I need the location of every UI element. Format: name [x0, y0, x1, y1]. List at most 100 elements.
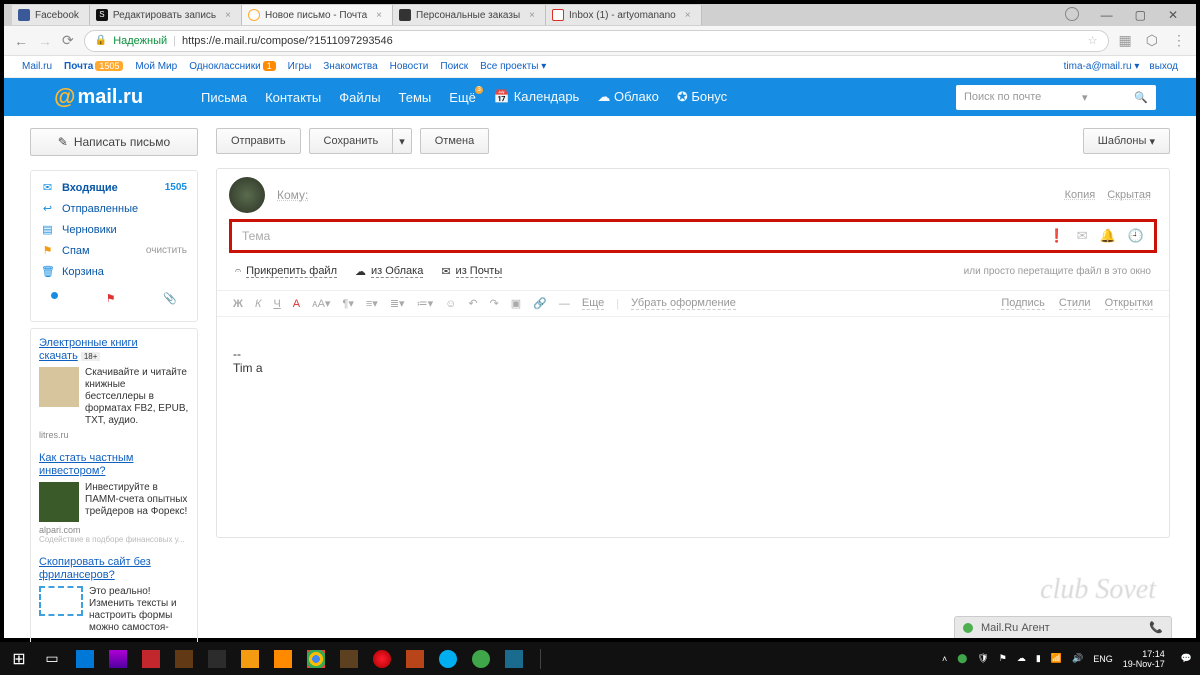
nav-bonus[interactable]: ✪ Бонус — [677, 89, 727, 105]
menu-icon[interactable]: ⋮ — [1172, 32, 1186, 49]
mailru-logo[interactable]: @mail.ru — [54, 84, 143, 110]
taskbar-app[interactable] — [338, 648, 360, 670]
user-email[interactable]: tima-a@mail.ru ▾ — [1064, 61, 1140, 72]
undo-icon[interactable]: ↶ — [468, 297, 477, 310]
browser-tab-active[interactable]: Новое письмо - Почта× — [242, 5, 393, 25]
color-icon[interactable]: A — [293, 298, 300, 310]
portal-link[interactable]: Мой Мир — [135, 61, 177, 72]
notifications-icon[interactable]: 💬 — [1181, 653, 1192, 664]
taskbar-app[interactable] — [107, 648, 129, 670]
ad-item[interactable]: Электронные книги скачать18+ Скачивайте … — [39, 337, 189, 440]
flag-filter-icon[interactable]: ⚑ — [106, 292, 116, 305]
utorrent-icon[interactable] — [470, 648, 492, 670]
attach-mail[interactable]: ✉из Почты — [441, 265, 502, 278]
volume-icon[interactable]: 🔊 — [1072, 653, 1083, 664]
portal-link-projects[interactable]: Все проекты ▾ — [480, 61, 546, 72]
hr-icon[interactable]: ― — [559, 298, 570, 310]
nav-more[interactable]: Ещё3 — [449, 90, 476, 105]
attach-filter-icon[interactable]: 📎 — [163, 292, 177, 305]
indent-icon[interactable]: ≣▾ — [390, 297, 405, 310]
toolbar-more[interactable]: Еще — [582, 297, 604, 310]
link-icon[interactable]: 🔗 — [533, 297, 547, 310]
nav-cloud[interactable]: ☁ Облако — [597, 89, 658, 105]
styles-link[interactable]: Стили — [1059, 297, 1091, 310]
portal-link[interactable]: Поиск — [440, 61, 468, 72]
italic-icon[interactable]: К — [255, 298, 261, 310]
star-icon[interactable]: ☆ — [1088, 34, 1098, 47]
search-icon[interactable]: 🔍 — [1134, 91, 1148, 104]
ad-item[interactable]: Как стать частным инвестором? Инвестируй… — [39, 452, 189, 544]
signature-link[interactable]: Подпись — [1001, 297, 1045, 310]
subject-row-highlighted[interactable]: Тема ❗ ✉ 🔔 🕘 — [229, 219, 1157, 253]
templates-button[interactable]: Шаблоны ▾ — [1083, 128, 1170, 154]
save-dropdown[interactable]: ▾ — [392, 128, 412, 154]
skype-icon[interactable] — [437, 648, 459, 670]
maximize-icon[interactable]: ▢ — [1135, 8, 1146, 22]
portal-link[interactable]: Одноклассники1 — [189, 61, 275, 72]
close-icon[interactable]: × — [529, 10, 535, 21]
align-icon[interactable]: ≡▾ — [366, 297, 378, 310]
tray-icon[interactable]: 🛡 — [977, 653, 988, 664]
clock[interactable]: 17:1419-Nov-17 — [1123, 649, 1171, 669]
schedule-icon[interactable]: 🕘 — [1128, 228, 1144, 244]
bcc-link[interactable]: Скрытая — [1107, 189, 1151, 201]
message-body[interactable]: -- Tim a — [217, 317, 1169, 537]
portal-link[interactable]: Игры — [288, 61, 312, 72]
battery-icon[interactable]: ▮ — [1036, 653, 1041, 664]
lang-indicator[interactable]: ENG — [1093, 654, 1113, 664]
nav-files[interactable]: Файлы — [339, 90, 380, 105]
redo-icon[interactable]: ↷ — [490, 297, 499, 310]
opera-icon[interactable] — [371, 648, 393, 670]
start-button[interactable]: ⊞ — [8, 648, 30, 670]
browser-tab[interactable]: Facebook — [12, 5, 90, 25]
attach-cloud[interactable]: ☁из Облака — [355, 265, 423, 278]
browser-tab[interactable]: Inbox (1) - artyomanano× — [546, 5, 702, 25]
nav-letters[interactable]: Письма — [201, 90, 247, 105]
nav-calendar[interactable]: 📅 Календарь — [494, 89, 579, 105]
folder-trash[interactable]: 🗑Корзина — [31, 261, 197, 282]
browser-tab[interactable]: SРедактировать запись× — [90, 5, 242, 25]
forward-icon[interactable]: → — [38, 33, 52, 49]
underline-icon[interactable]: Ч — [273, 298, 280, 310]
profile-icon[interactable] — [1065, 7, 1079, 21]
close-icon[interactable]: × — [225, 10, 231, 21]
emoji-icon[interactable]: ☺ — [445, 298, 456, 310]
cc-link[interactable]: Копия — [1065, 189, 1096, 201]
abp-icon[interactable]: ⬡ — [1146, 32, 1158, 49]
heading-icon[interactable]: ¶▾ — [342, 297, 353, 310]
compose-button[interactable]: ✎ Написать письмо — [30, 128, 198, 156]
folder-sent[interactable]: ↩Отправленные — [31, 198, 197, 219]
grid-icon[interactable]: ▦ — [1119, 32, 1132, 49]
reload-icon[interactable]: ⟳ — [62, 32, 74, 49]
taskbar-app[interactable] — [272, 648, 294, 670]
chrome-icon[interactable] — [305, 648, 327, 670]
save-button[interactable]: Сохранить — [309, 128, 393, 154]
ad-item[interactable]: Скопировать сайт без фрилансеров? Это ре… — [39, 556, 189, 634]
cancel-button[interactable]: Отмена — [420, 128, 489, 154]
logout-link[interactable]: выход — [1149, 61, 1178, 72]
folder-spam[interactable]: ⚑Спамочистить — [31, 240, 197, 261]
tray-icon[interactable]: ⚑ — [999, 653, 1007, 664]
notify-icon[interactable]: 🔔 — [1100, 228, 1116, 244]
to-label[interactable]: Кому: — [277, 188, 308, 202]
url-box[interactable]: 🔒 Надежный | https://e.mail.ru/compose/?… — [84, 30, 1109, 52]
back-icon[interactable]: ← — [14, 33, 28, 49]
portal-link-mail[interactable]: Почта1505 — [64, 61, 123, 72]
close-icon[interactable]: × — [376, 10, 382, 21]
phone-icon[interactable]: 📞 — [1149, 621, 1163, 634]
taskbar-app[interactable] — [404, 648, 426, 670]
wifi-icon[interactable]: 📶 — [1051, 653, 1062, 664]
nav-themes[interactable]: Темы — [399, 90, 432, 105]
attach-file[interactable]: 𝄐Прикрепить файл — [235, 265, 337, 278]
list-icon[interactable]: ≔▾ — [417, 297, 434, 310]
browser-tab[interactable]: Персональные заказы× — [393, 5, 546, 25]
tray-chevron-icon[interactable]: ˄ — [942, 654, 947, 664]
send-button[interactable]: Отправить — [216, 128, 301, 154]
tray-icon[interactable]: ☁ — [1017, 653, 1026, 664]
close-icon[interactable]: × — [685, 10, 691, 21]
priority-icon[interactable]: ❗ — [1049, 228, 1065, 244]
receipt-icon[interactable]: ✉ — [1077, 228, 1088, 244]
mail-search[interactable]: Поиск по почте ▾ 🔍 — [956, 85, 1156, 110]
cards-link[interactable]: Открытки — [1105, 297, 1153, 310]
minimize-icon[interactable]: ― — [1101, 8, 1113, 22]
